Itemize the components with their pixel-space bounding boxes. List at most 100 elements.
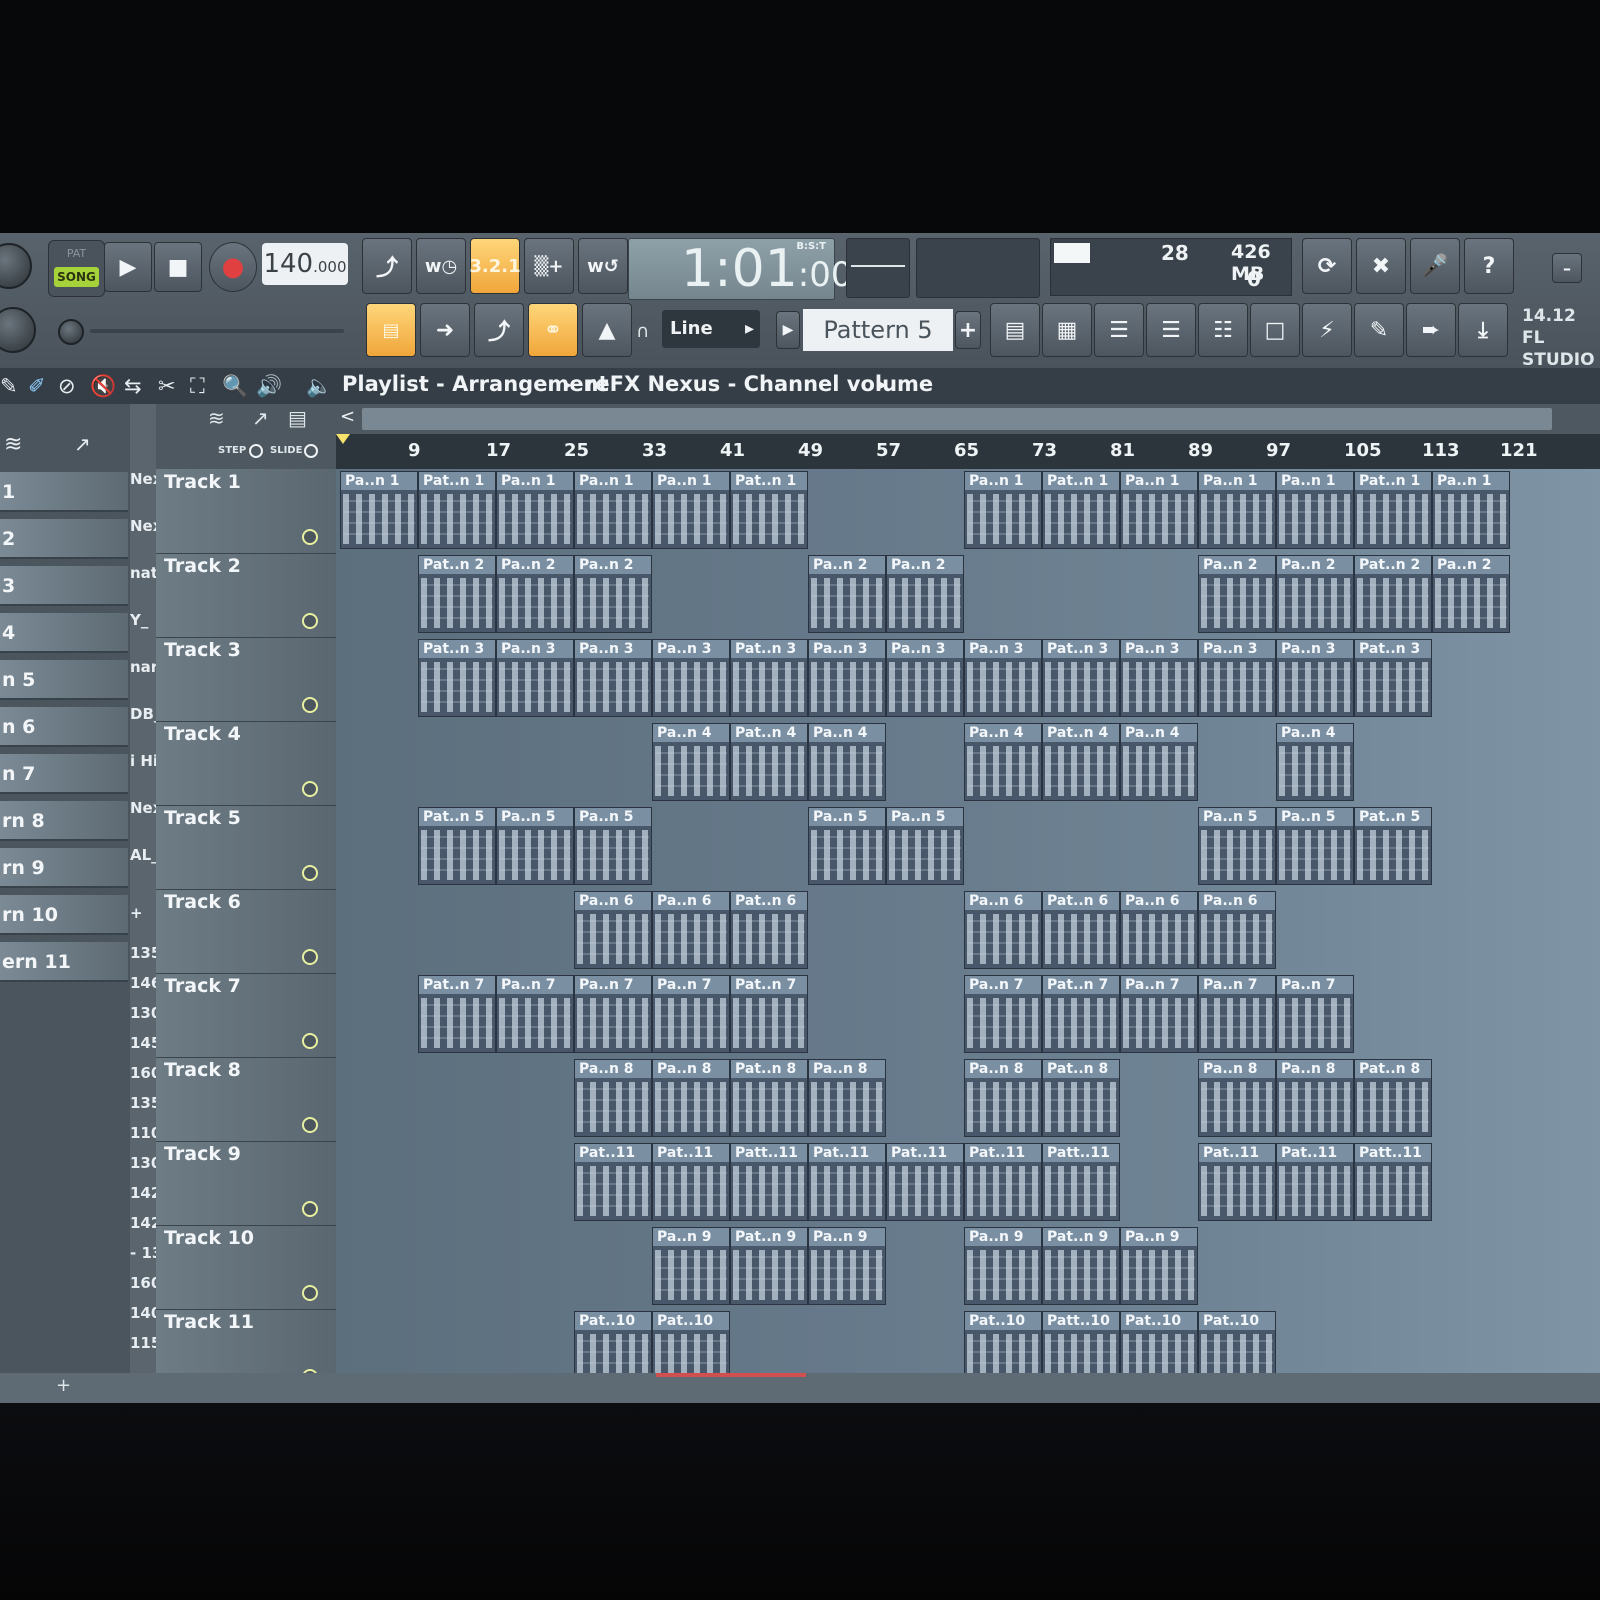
pattern-clip[interactable]: Pa..n 2 xyxy=(886,555,964,633)
cut-button[interactable]: ✖ xyxy=(1356,238,1406,294)
track-mute-led[interactable] xyxy=(302,1201,318,1217)
browser-button[interactable]: ☷ xyxy=(1198,303,1248,357)
track-lane[interactable]: Pa..n 1 Pat..n 1 Pa..n 1 Pa..n 1 Pa..n 1 Pat.… xyxy=(336,469,1600,554)
browser-item[interactable]: 2 xyxy=(0,519,128,559)
pattern-clip[interactable]: Pat..n 6 xyxy=(730,891,808,969)
browser-item[interactable]: n 5 xyxy=(0,660,128,700)
pattern-clip[interactable]: Pa..n 5 xyxy=(496,807,574,885)
pattern-clip[interactable]: Pat..n 7 xyxy=(418,975,496,1053)
track-lane[interactable]: Pat..n 2 Pa..n 2 Pa..n 2 Pa..n 2 Pa..n 2 Pa..… xyxy=(336,553,1600,638)
pattern-clip[interactable]: Pa..n 5 xyxy=(886,807,964,885)
slip-tool-icon[interactable]: ⇆ xyxy=(124,374,142,398)
track-lane[interactable]: Pa..n 9 Pat..n 9 Pa..n 9 Pa..n 9 Pat..n 9 Pa.… xyxy=(336,1225,1600,1310)
pattern-clip[interactable]: Pa..n 7 xyxy=(496,975,574,1053)
zoom-tool-icon[interactable]: 🔍 xyxy=(222,374,248,399)
pattern-clip[interactable]: Pa..n 7 xyxy=(1120,975,1198,1053)
pattern-clip[interactable]: Pa..n 8 xyxy=(808,1059,886,1137)
pattern-clip[interactable]: Pa..n 6 xyxy=(1198,891,1276,969)
pattern-clip[interactable]: Pat..n 6 xyxy=(1042,891,1120,969)
track-mute-led[interactable] xyxy=(302,529,318,545)
pattern-clip[interactable]: Pa..n 8 xyxy=(1276,1059,1354,1137)
pattern-clip[interactable]: Pa..n 7 xyxy=(964,975,1042,1053)
select-tool-icon[interactable]: ⛶ xyxy=(190,374,205,399)
pattern-clip[interactable]: Pa..n 2 xyxy=(1198,555,1276,633)
playlist-snap-button[interactable]: ▤ xyxy=(366,303,416,357)
browser-item[interactable]: rn 10 xyxy=(0,895,128,935)
pattern-clip[interactable]: Pa..n 1 xyxy=(964,471,1042,549)
track-header[interactable]: Track 9 xyxy=(156,1141,336,1226)
timeline-ruler[interactable]: 9 17 25 33 41 49 57 65 73 81 89 97 105 113 121 xyxy=(336,434,1600,469)
pattern-clip[interactable]: Pa..n 3 xyxy=(574,639,652,717)
pencil-tool-icon[interactable]: ✎ xyxy=(0,374,18,398)
pattern-clip[interactable]: Pa..n 5 xyxy=(574,807,652,885)
pattern-clip[interactable]: Pa..n 6 xyxy=(652,891,730,969)
pattern-clip[interactable]: Pat..n 3 xyxy=(1042,639,1120,717)
pattern-clip[interactable]: Pa..n 2 xyxy=(1276,555,1354,633)
track-header[interactable]: Track 7 xyxy=(156,973,336,1058)
browser-item[interactable]: 4 xyxy=(0,613,128,653)
link-button[interactable]: ⚭ xyxy=(528,303,578,357)
pattern-clip[interactable]: Pa..n 1 xyxy=(1120,471,1198,549)
track-lane[interactable]: Pat..n 3 Pa..n 3 Pa..n 3 Pa..n 3 Pat..n 3 Pa.… xyxy=(336,637,1600,722)
track-lane[interactable]: Pa..n 6 Pa..n 6 Pat..n 6 Pa..n 6 Pat..n 6 Pa.… xyxy=(336,889,1600,974)
pattern-clip[interactable]: Pa..n 3 xyxy=(652,639,730,717)
pattern-clip[interactable]: Pat..n 1 xyxy=(418,471,496,549)
pattern-clip[interactable]: Pat..n 9 xyxy=(730,1227,808,1305)
browser-item[interactable]: 3 xyxy=(0,566,128,606)
browser-item[interactable]: n 6 xyxy=(0,707,128,747)
minimize-button[interactable]: – xyxy=(1552,253,1582,283)
pattern-clip[interactable]: Pa..n 3 xyxy=(964,639,1042,717)
curve-tool-icon[interactable]: ↗ xyxy=(252,406,269,430)
track-lane[interactable]: Pat..n 7 Pa..n 7 Pa..n 7 Pa..n 7 Pat..n 7 Pa.… xyxy=(336,973,1600,1058)
tempo-display[interactable]: 140.000 xyxy=(262,243,348,285)
slice-tool-icon[interactable]: ✂ xyxy=(158,374,176,398)
pattern-clip[interactable]: Pa..n 5 xyxy=(1198,807,1276,885)
curve-button[interactable]: ⤴ xyxy=(474,303,524,357)
pattern-clip[interactable]: Pat..n 3 xyxy=(1354,639,1432,717)
pattern-clip[interactable]: Pa..n 4 xyxy=(808,723,886,801)
pattern-clip[interactable]: Pa..n 5 xyxy=(1276,807,1354,885)
pattern-clip[interactable]: Pa..n 3 xyxy=(1120,639,1198,717)
track-lane[interactable]: Pat..n 5 Pa..n 5 Pa..n 5 Pa..n 5 Pa..n 5 Pa..… xyxy=(336,805,1600,890)
pattern-clip[interactable]: Pat..n 3 xyxy=(418,639,496,717)
track-header[interactable]: Track 8 xyxy=(156,1057,336,1142)
pattern-clip[interactable]: Pat..n 8 xyxy=(730,1059,808,1137)
track-header[interactable]: Track 3 xyxy=(156,637,336,722)
download-button[interactable]: ⤓ xyxy=(1458,303,1508,357)
track-mute-led[interactable] xyxy=(302,1285,318,1301)
pattern-clip[interactable]: Patt..11 xyxy=(1354,1143,1432,1221)
pattern-clip[interactable]: Pa..n 7 xyxy=(574,975,652,1053)
browser-item[interactable]: rn 8 xyxy=(0,801,128,841)
playlist-scrollbar[interactable]: < xyxy=(336,404,1600,434)
position-slider[interactable] xyxy=(90,329,344,333)
project-button[interactable]: □ xyxy=(1250,303,1300,357)
track-lane[interactable]: Pa..n 8 Pa..n 8 Pat..n 8 Pa..n 8 Pa..n 8 Pat.… xyxy=(336,1057,1600,1142)
track-header[interactable]: Track 1 xyxy=(156,469,336,554)
piano-roll-button[interactable]: ▦ xyxy=(1042,303,1092,357)
pattern-clip[interactable]: Patt..11 xyxy=(1042,1143,1120,1221)
track-mute-led[interactable] xyxy=(302,613,318,629)
pattern-clip[interactable]: Pat..n 9 xyxy=(1042,1227,1120,1305)
master-volume-knob[interactable] xyxy=(0,243,32,289)
playhead-marker-icon[interactable] xyxy=(336,434,350,444)
mute-tool-icon[interactable]: 🔇 xyxy=(90,374,116,399)
pattern-clip[interactable]: Pat..n 5 xyxy=(1354,807,1432,885)
pattern-clip[interactable]: Pa..n 8 xyxy=(652,1059,730,1137)
pattern-clip[interactable]: Pa..n 2 xyxy=(808,555,886,633)
delete-tool-icon[interactable]: ⊘ xyxy=(58,374,76,398)
help-button[interactable]: ? xyxy=(1464,238,1514,294)
pattern-clip[interactable]: Pat..n 8 xyxy=(1042,1059,1120,1137)
track-mute-led[interactable] xyxy=(302,1033,318,1049)
step-toggle[interactable] xyxy=(249,444,263,458)
record-button[interactable]: ● xyxy=(209,242,257,292)
pattern-clip[interactable]: Pat..11 xyxy=(964,1143,1042,1221)
track-lane[interactable]: Pat..11 Pat..11 Patt..11 Pat..11 Pat..11 Pat.… xyxy=(336,1141,1600,1226)
pattern-clip[interactable]: Pa..n 3 xyxy=(886,639,964,717)
channel-rack-button[interactable]: ☰ xyxy=(1094,303,1144,357)
pattern-clip[interactable]: Pa..n 1 xyxy=(1432,471,1510,549)
pattern-clip[interactable]: Pat..n 1 xyxy=(1042,471,1120,549)
arrow-button[interactable]: ➜ xyxy=(420,303,470,357)
metronome-button[interactable]: ⤴ xyxy=(362,238,412,294)
playlist-view-button[interactable]: ▤ xyxy=(990,303,1040,357)
pattern-clip[interactable]: Pa..n 1 xyxy=(652,471,730,549)
